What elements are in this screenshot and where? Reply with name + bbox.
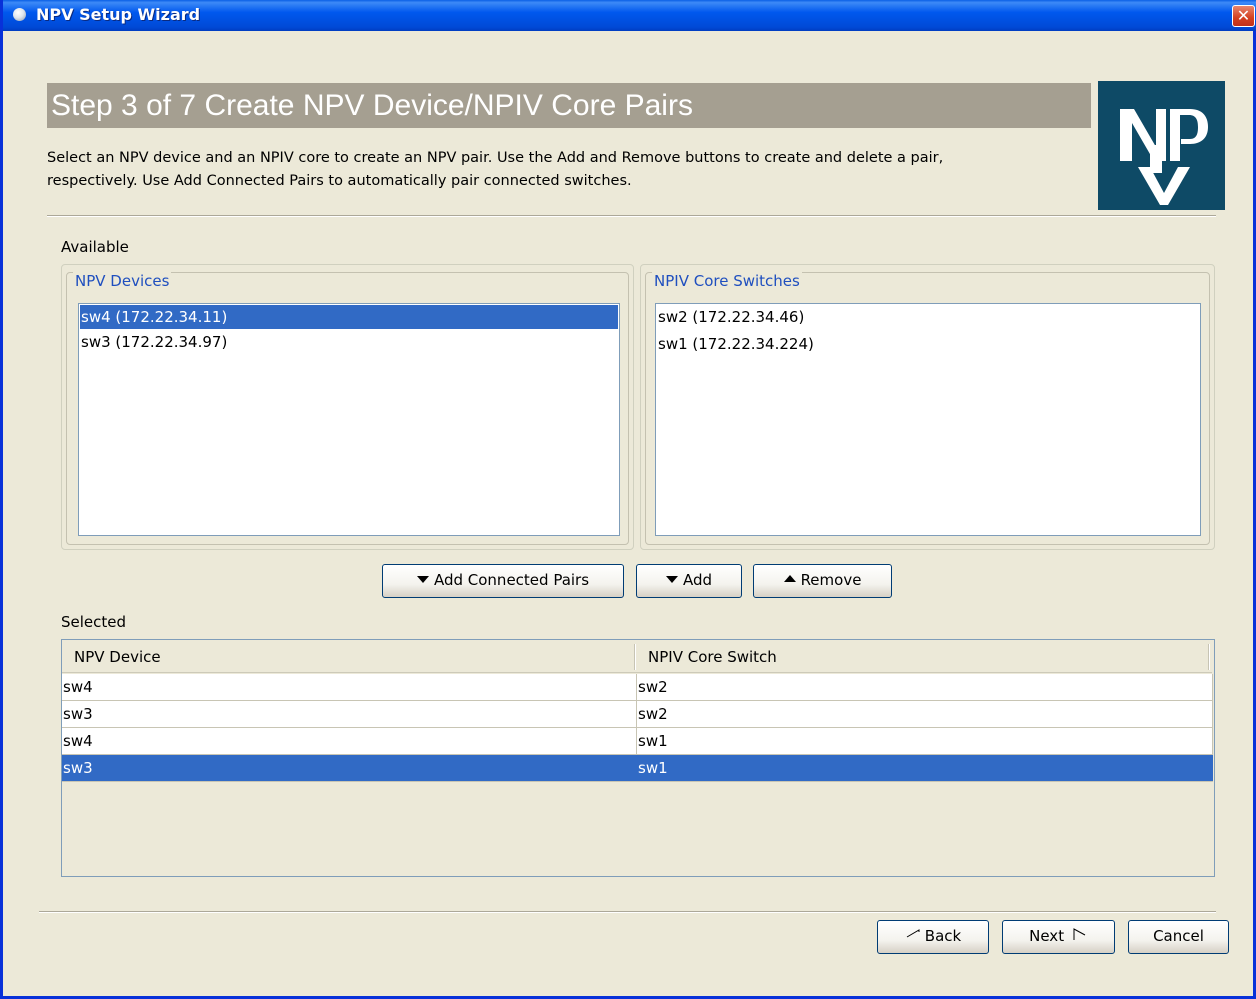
- npv-devices-list[interactable]: sw4 (172.22.34.11) sw3 (172.22.34.97): [78, 303, 620, 536]
- next-arrow-icon: [1073, 927, 1086, 940]
- cell-npiv-core-switch: sw1: [637, 728, 1213, 754]
- app-icon: [13, 8, 26, 21]
- npiv-core-switches-group: NPIV Core Switches sw2 (172.22.34.46) sw…: [640, 264, 1215, 550]
- selected-pairs-table[interactable]: NPV Device NPIV Core Switch sw4 sw2 sw3 …: [61, 639, 1215, 877]
- next-label: Next: [1029, 927, 1065, 945]
- npv-devices-title: NPV Devices: [73, 272, 172, 290]
- add-label: Add: [682, 571, 713, 589]
- add-connected-pairs-button[interactable]: Add Connected Pairs: [382, 564, 624, 598]
- header-separator: [47, 215, 1216, 217]
- add-button[interactable]: Add: [636, 564, 742, 598]
- back-button[interactable]: Back: [877, 920, 989, 954]
- list-item[interactable]: sw2 (172.22.34.46): [657, 305, 1199, 329]
- arrow-up-icon: [783, 575, 796, 582]
- selected-label: Selected: [61, 613, 127, 631]
- cell-npv-device: sw3: [62, 755, 637, 781]
- npv-logo-icon: [1098, 81, 1225, 210]
- column-header-npv-device[interactable]: NPV Device: [62, 640, 635, 673]
- arrow-down-icon: [665, 576, 678, 583]
- cancel-button[interactable]: Cancel: [1128, 920, 1229, 954]
- add-connected-pairs-label: Add Connected Pairs: [433, 571, 590, 589]
- arrow-down-icon: [416, 576, 429, 583]
- close-button[interactable]: ✕: [1232, 5, 1255, 27]
- column-header-npiv-core-switch[interactable]: NPIV Core Switch: [636, 640, 1211, 673]
- cell-npv-device: sw3: [62, 701, 637, 727]
- npiv-core-switches-title: NPIV Core Switches: [652, 272, 802, 290]
- column-divider[interactable]: [1208, 644, 1210, 670]
- list-item[interactable]: sw4 (172.22.34.11): [80, 305, 618, 329]
- cancel-label: Cancel: [1153, 927, 1204, 945]
- cell-npv-device: sw4: [62, 674, 637, 700]
- table-row[interactable]: sw3 sw2: [62, 701, 1213, 728]
- available-label: Available: [61, 238, 129, 256]
- wizard-window: NPV Setup Wizard ✕ Step 3 of 7 Create NP…: [0, 0, 1256, 999]
- back-label: Back: [924, 927, 962, 945]
- back-arrow-icon: [906, 928, 920, 937]
- cell-npiv-core-switch: sw1: [637, 755, 1213, 781]
- cell-npv-device: sw4: [62, 728, 637, 754]
- step-title: Step 3 of 7 Create NPV Device/NPIV Core …: [47, 83, 1091, 128]
- npiv-core-switches-list[interactable]: sw2 (172.22.34.46) sw1 (172.22.34.224): [655, 303, 1201, 536]
- description-line: Select an NPV device and an NPIV core to…: [47, 150, 944, 166]
- table-row[interactable]: sw4 sw1: [62, 728, 1213, 755]
- footer-separator: [39, 911, 1216, 913]
- table-row[interactable]: sw4 sw2: [62, 674, 1213, 701]
- table-header: NPV Device NPIV Core Switch: [62, 640, 1212, 673]
- cell-npiv-core-switch: sw2: [637, 701, 1213, 727]
- npv-devices-group: NPV Devices sw4 (172.22.34.11) sw3 (172.…: [61, 264, 634, 550]
- remove-button[interactable]: Remove: [753, 564, 892, 598]
- table-row[interactable]: sw3 sw1: [62, 755, 1213, 782]
- window-title: NPV Setup Wizard: [36, 5, 201, 24]
- description-line: respectively. Use Add Connected Pairs to…: [47, 173, 632, 189]
- list-item[interactable]: sw1 (172.22.34.224): [657, 332, 1199, 356]
- cell-npiv-core-switch: sw2: [637, 674, 1213, 700]
- remove-label: Remove: [800, 571, 862, 589]
- title-bar[interactable]: NPV Setup Wizard ✕: [3, 0, 1256, 31]
- list-item[interactable]: sw3 (172.22.34.97): [80, 330, 618, 354]
- close-icon: ✕: [1236, 6, 1251, 25]
- next-button[interactable]: Next: [1002, 920, 1115, 954]
- step-description: Select an NPV device and an NPIV core to…: [47, 147, 1087, 193]
